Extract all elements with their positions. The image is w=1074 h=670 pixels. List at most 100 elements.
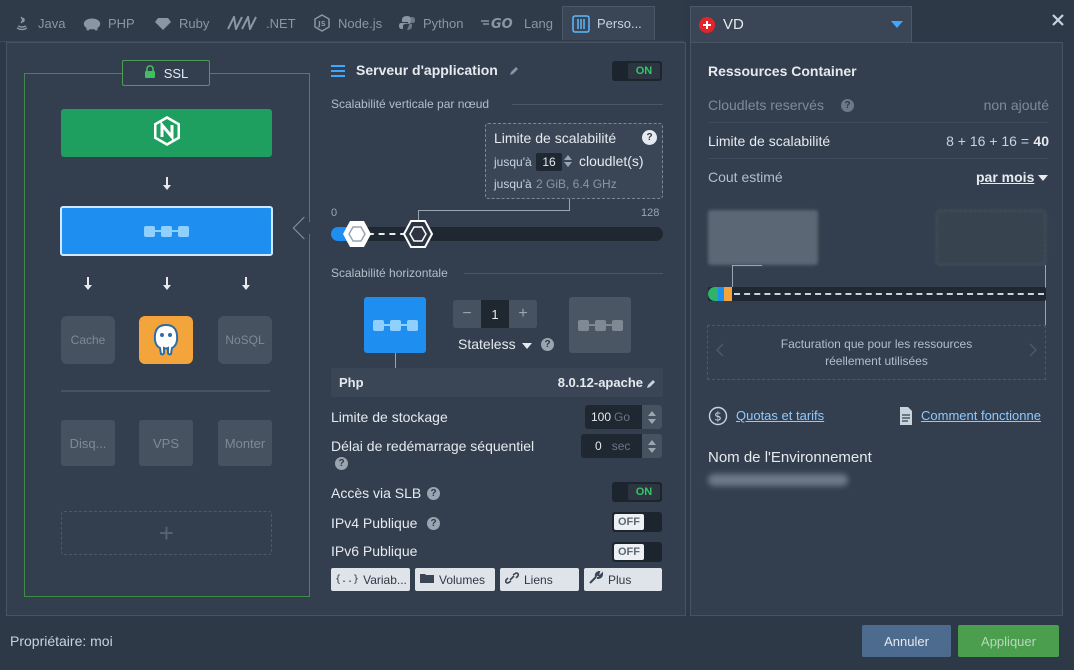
storage-label: Limite de stockage: [331, 409, 448, 425]
svg-text:JS: JS: [317, 20, 326, 28]
app-server-node[interactable]: [60, 206, 273, 256]
tab-go[interactable]: GO Lang: [480, 6, 553, 40]
help-icon[interactable]: ?: [642, 130, 657, 145]
restart-delay-input[interactable]: 0 sec: [581, 434, 662, 458]
nosql-node[interactable]: NoSQL: [218, 316, 272, 364]
how-it-works-link[interactable]: Comment fonctionne: [921, 408, 1041, 423]
price-connector: [732, 265, 762, 266]
storage-input[interactable]: 100 Go: [585, 405, 662, 429]
section-divider: [464, 273, 663, 274]
reserved-cloudlets-value: non ajouté: [983, 97, 1049, 113]
increment-button[interactable]: +: [509, 300, 537, 328]
chevron-left-icon[interactable]: [715, 343, 724, 362]
scaling-limit-total: 40: [1033, 133, 1049, 149]
storage-spinner[interactable]: [642, 405, 662, 429]
engine-version-row[interactable]: Php 8.0.12-apache: [331, 368, 663, 397]
cost-range-line: [734, 293, 1044, 295]
folder-icon: [419, 572, 435, 587]
dotnet-icon: [226, 13, 260, 33]
scaling-limit-handle[interactable]: [402, 219, 434, 249]
row-divider: [708, 122, 1048, 123]
cancel-button[interactable]: Annuler: [862, 625, 951, 657]
wrench-icon: [588, 570, 604, 588]
cloudlet-spinner[interactable]: [564, 155, 572, 167]
storage-node[interactable]: Disq...: [61, 420, 115, 466]
help-icon[interactable]: ?: [841, 99, 854, 112]
slb-toggle[interactable]: ON: [612, 482, 662, 502]
scaling-limit-formula: 8 + 16 + 16 =: [946, 133, 1029, 149]
resources-title: Ressources Container: [708, 63, 857, 79]
restart-spinner[interactable]: [642, 434, 662, 458]
more-button[interactable]: Plus: [584, 568, 662, 591]
node-toggle[interactable]: ON: [612, 61, 662, 81]
help-icon[interactable]: ?: [335, 457, 348, 470]
row-divider: [708, 158, 1048, 159]
java-icon: [12, 13, 32, 33]
help-icon[interactable]: ?: [427, 517, 440, 530]
billing-note: Facturation que pour les ressources réel…: [707, 325, 1046, 380]
ipv4-label: IPv4 Publique: [331, 515, 418, 531]
chevron-right-icon[interactable]: [1029, 343, 1038, 362]
vertical-scaling-label: Scalabilité verticale par nœud: [331, 97, 490, 111]
region-selector[interactable]: VD: [690, 6, 912, 42]
pencil-icon[interactable]: [645, 377, 657, 395]
slider-min-label: 0: [331, 207, 338, 219]
billing-period-dropdown[interactable]: par mois: [976, 169, 1034, 185]
scaling-mode-dropdown[interactable]: Stateless: [458, 336, 516, 352]
decrement-button[interactable]: −: [453, 300, 481, 328]
ipv4-toggle[interactable]: OFF: [612, 512, 662, 532]
close-icon[interactable]: [1050, 12, 1066, 28]
node-count-input[interactable]: 1: [481, 300, 509, 328]
node-instance-placeholder: [569, 297, 631, 353]
variables-button[interactable]: {..} Variab...: [331, 568, 410, 591]
php-icon: [82, 13, 102, 33]
quotas-link[interactable]: Quotas et tarifs: [736, 408, 824, 423]
help-icon[interactable]: ?: [541, 338, 554, 351]
help-icon[interactable]: ?: [427, 487, 440, 500]
tab-python[interactable]: Python: [397, 6, 463, 40]
ssl-toggle[interactable]: SSL: [122, 60, 210, 86]
tab-java[interactable]: Java: [12, 6, 65, 40]
tab-dotnet[interactable]: .NET: [226, 6, 296, 40]
nodejs-icon: JS: [312, 13, 332, 33]
engine-tabbar: Java PHP Ruby .NET JS Node.js Python GO: [0, 0, 684, 42]
tab-php[interactable]: PHP: [82, 6, 135, 40]
app-server-icon: [577, 319, 623, 331]
menu-icon[interactable]: [331, 65, 345, 77]
pencil-icon[interactable]: [508, 64, 520, 82]
add-layer-button[interactable]: +: [61, 511, 272, 555]
cost-bar-segment-orange: [724, 287, 732, 301]
chevron-down-icon[interactable]: [522, 343, 532, 349]
braces-icon: {..}: [335, 574, 360, 585]
scaling-limit-box: Limite de scalabilité ? jusqu'à 16 cloud…: [485, 123, 663, 199]
apply-button[interactable]: Appliquer: [958, 625, 1059, 657]
chevron-down-icon[interactable]: [1038, 175, 1048, 181]
ipv6-toggle[interactable]: OFF: [612, 542, 662, 562]
links-button[interactable]: Liens: [500, 568, 579, 591]
python-icon: [397, 13, 417, 33]
environment-name-field[interactable]: [708, 474, 848, 486]
node-title[interactable]: Serveur d'application: [356, 62, 498, 78]
load-balancer-node[interactable]: [61, 109, 272, 157]
scaling-limit-label: Limite de scalabilité: [708, 133, 831, 149]
arrow-down-icon: [163, 277, 171, 290]
postgres-node[interactable]: [139, 316, 193, 364]
tab-nodejs[interactable]: JS Node.js: [312, 6, 382, 40]
cloudlet-limit-input[interactable]: 16: [536, 153, 562, 171]
topology-divider: [61, 390, 270, 392]
build-node[interactable]: Monter: [218, 420, 272, 466]
environment-name-label: Nom de l'Environnement: [708, 449, 872, 466]
reserved-cloudlets-handle[interactable]: [342, 219, 372, 249]
node-instance-icon[interactable]: [364, 297, 426, 353]
node-count-stepper: − 1 +: [453, 300, 539, 328]
engine-version[interactable]: 8.0.12-apache: [558, 375, 643, 390]
tab-ruby[interactable]: Ruby: [153, 6, 209, 40]
cache-node[interactable]: Cache: [61, 316, 115, 364]
ruby-icon: [153, 13, 173, 33]
nginx-icon: [152, 115, 182, 152]
tooltip-connector: [418, 210, 570, 211]
volumes-button[interactable]: Volumes: [415, 568, 495, 591]
svg-text:GO: GO: [491, 17, 513, 30]
tab-custom[interactable]: Perso...: [562, 6, 655, 40]
vps-node[interactable]: VPS: [139, 420, 193, 466]
